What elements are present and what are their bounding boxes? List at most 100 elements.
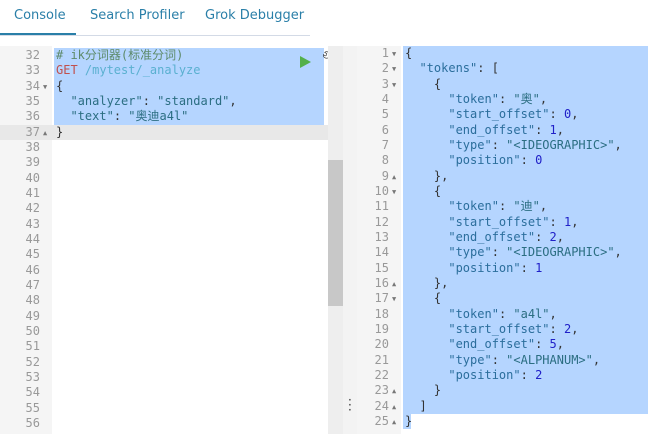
code-token: "end_offset" <box>448 229 536 244</box>
fold-toggle-icon[interactable]: ▼ <box>392 50 396 58</box>
line-number: 7 <box>381 137 389 152</box>
line-number: 48 <box>25 293 40 308</box>
code-token: "analyzer" <box>70 93 143 108</box>
code-line: "tokens": [ <box>405 61 499 76</box>
line-number: 46 <box>25 262 40 277</box>
code-line: # ik分词器(标准分词) <box>56 48 183 63</box>
line-number: 20 <box>374 337 389 352</box>
code-line: }, <box>405 276 448 291</box>
code-token: "position" <box>448 153 521 168</box>
line-number: 15 <box>374 260 389 275</box>
code-line: "start_offset": 0, <box>405 107 578 122</box>
fold-toggle-icon[interactable]: ▲ <box>392 280 396 288</box>
code-line: "position": 1 <box>405 261 542 276</box>
fold-toggle-icon[interactable]: ▼ <box>392 188 396 196</box>
code-line: { <box>405 291 441 306</box>
line-number: 18 <box>374 306 389 321</box>
line-number: 14 <box>374 245 389 260</box>
line-number: 21 <box>374 352 389 367</box>
fold-toggle-icon[interactable]: ▼ <box>392 65 396 73</box>
code-token: { <box>405 46 413 60</box>
code-line: } <box>405 414 412 429</box>
selection-highlight <box>403 46 648 62</box>
code-token: : <box>491 245 507 260</box>
code-line: "position": 0 <box>405 153 542 168</box>
fold-toggle-icon[interactable]: ▼ <box>43 83 47 91</box>
fold-toggle-icon[interactable]: ▲ <box>43 129 47 137</box>
code-line: "token": "奥", <box>405 92 547 107</box>
code-line: }, <box>405 169 448 184</box>
code-token: "type" <box>448 352 492 367</box>
request-editor[interactable]: 32 # ik分词器(标准分词) 33 GET /mytest/_analyze 34 ▼… <box>0 46 328 434</box>
line-number: 52 <box>25 354 40 369</box>
code-token: , <box>571 107 579 122</box>
line-number: 3 <box>381 76 389 91</box>
fold-toggle-icon[interactable]: ▲ <box>392 387 396 395</box>
code-token: : [ <box>477 61 499 76</box>
line-number: 34 <box>25 78 40 93</box>
line-number: 12 <box>374 214 389 229</box>
code-token: : <box>491 137 507 152</box>
line-number: 22 <box>374 367 389 382</box>
fold-toggle-icon[interactable]: ▲ <box>392 418 396 426</box>
line-number: 36 <box>25 109 40 124</box>
line-number: 43 <box>25 216 40 231</box>
code-token: "奥迪a4l" <box>128 109 189 124</box>
code-token: : <box>520 153 536 168</box>
fold-toggle-icon[interactable]: ▲ <box>392 403 396 411</box>
fold-toggle-icon[interactable]: ▲ <box>392 173 396 181</box>
code-token: , <box>571 214 579 229</box>
code-token: }, <box>405 275 449 290</box>
active-line <box>0 124 328 140</box>
tab-grok-debugger[interactable]: Grok Debugger <box>205 8 304 23</box>
tab-search-profiler[interactable]: Search Profiler <box>90 8 185 23</box>
tab-console[interactable]: Console <box>14 8 66 23</box>
code-token: : <box>142 93 158 108</box>
code-token: , <box>229 93 237 108</box>
line-number: 19 <box>374 321 389 336</box>
code-token: { <box>405 183 442 198</box>
code-token: "奥" <box>513 91 540 106</box>
code-line: } <box>56 125 63 140</box>
resize-grip-icon[interactable]: · · · <box>348 394 352 416</box>
line-number: 39 <box>25 155 40 170</box>
code-token: : <box>498 199 514 214</box>
code-token: "<ALPHANUM>" <box>506 352 593 367</box>
line-number: 9 <box>381 168 389 183</box>
line-number: 10 <box>374 183 389 198</box>
scrollbar-thumb[interactable] <box>328 160 343 306</box>
code-token: : <box>549 107 564 122</box>
code-token: { <box>405 76 442 91</box>
code-token: : <box>520 260 536 275</box>
run-request-icon[interactable] <box>300 56 311 68</box>
line-number: 45 <box>25 247 40 262</box>
code-line: "token": "迪", <box>405 199 547 214</box>
request-scrollbar[interactable] <box>328 46 343 434</box>
code-token: "standard" <box>157 93 230 108</box>
code-token: 1 <box>549 122 557 137</box>
fold-toggle-icon[interactable]: ▼ <box>392 295 396 303</box>
pane-divider[interactable]: · · · <box>343 46 357 434</box>
line-number: 56 <box>25 415 40 430</box>
code-token: "position" <box>448 367 521 382</box>
code-line: GET /mytest/_analyze <box>56 63 201 78</box>
code-line: { <box>405 46 412 61</box>
code-line: "start_offset": 1, <box>405 215 578 230</box>
line-number: 54 <box>25 385 40 400</box>
line-number: 44 <box>25 231 40 246</box>
code-line: "analyzer": "standard", <box>56 93 237 109</box>
code-line: "type": "<IDEOGRAPHIC>", <box>405 137 621 153</box>
code-token: } <box>56 124 64 139</box>
line-number: 25 <box>374 413 389 428</box>
fold-toggle-icon[interactable]: ▼ <box>392 81 396 89</box>
code-token: GET <box>56 63 85 78</box>
code-token: , <box>556 122 564 137</box>
line-number: 33 <box>25 63 40 78</box>
